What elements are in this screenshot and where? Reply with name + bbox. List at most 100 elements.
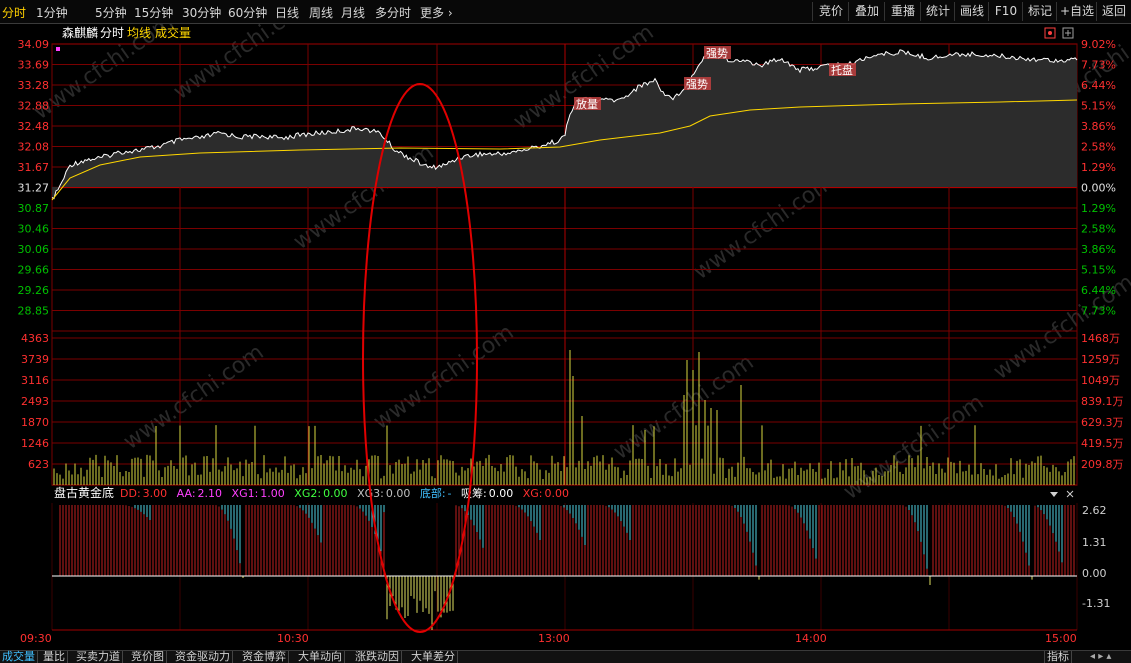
tab-scroll-arrows-icon[interactable]: ◂ ▸ ▴: [1090, 651, 1111, 663]
pct-axis-label: 2.58%: [1081, 141, 1116, 154]
svg-text:托盘: 托盘: [831, 63, 853, 77]
replay-button[interactable]: 重播: [884, 2, 921, 21]
param-aa-label: AA:: [177, 487, 196, 500]
volume-axis-label: 1870: [21, 416, 49, 429]
pct-axis-label: 3.86%: [1081, 120, 1116, 133]
intraday-chart[interactable]: www.cfchi.comwww.cfchi.comwww.cfchi.comw…: [0, 24, 1131, 650]
param-aa-value: 2.10: [198, 487, 223, 500]
btab-big-order-diff[interactable]: 大单差分: [409, 651, 458, 663]
param-xg2-label: XG2:: [294, 487, 321, 500]
stock-name: 森麒麟: [62, 25, 98, 40]
pct-axis-label: 3.86%: [1081, 243, 1116, 256]
volume-axis-label: 1049万: [1081, 374, 1120, 387]
pct-axis-label: 5.15%: [1081, 264, 1116, 277]
indicator-axis-label: 1.31: [1082, 536, 1107, 549]
param-xg-value: 0.00: [545, 487, 570, 500]
annotation-tuopan: 托盘: [829, 63, 856, 77]
volume-axis-label: 839.1万: [1081, 395, 1124, 408]
price-axis-label: 34.09: [18, 38, 50, 51]
param-xg3-value: 0.00: [386, 487, 411, 500]
mark-button[interactable]: 标记: [1022, 2, 1057, 21]
time-label-1300: 13:00: [538, 632, 570, 645]
svg-text:放量: 放量: [576, 97, 598, 111]
volume-axis-label: 623: [28, 458, 49, 471]
pct-axis-label: 5.15%: [1081, 100, 1116, 113]
param-xg1-label: XG1:: [232, 487, 259, 500]
tab-weekly[interactable]: 周线: [309, 4, 333, 21]
price-axis-label: 30.87: [18, 202, 50, 215]
tab-monthly[interactable]: 月线: [341, 4, 365, 21]
pct-axis-label: 6.44%: [1081, 79, 1116, 92]
volume-axis-label: 419.5万: [1081, 437, 1124, 450]
btab-buy-sell-power[interactable]: 买卖力道: [74, 651, 123, 663]
tab-more[interactable]: 更多 ›: [420, 4, 453, 21]
pct-axis-label: 0.00%: [1081, 182, 1116, 195]
price-axis-label: 31.67: [18, 161, 50, 174]
legend-fenshi: 分时: [100, 26, 124, 40]
param-xg2-value: 0.00: [323, 487, 348, 500]
param-xichou-label: 吸筹:: [461, 486, 487, 500]
volume-axis-label: 1246: [21, 437, 49, 450]
btab-volume-ratio[interactable]: 量比: [41, 651, 68, 663]
volume-axis-label: 3739: [21, 353, 49, 366]
btab-auction-chart[interactable]: 竞价图: [129, 651, 167, 663]
volume-axis-label: 1468万: [1081, 332, 1120, 345]
price-axis-label: 28.85: [18, 305, 50, 318]
volume-axis-label: 1259万: [1081, 353, 1120, 366]
left-axis-labels: 34.09 33.69 33.28 32.88 32.48 32.08 31.67 31.27…: [18, 38, 50, 471]
legend-volume: 成交量: [155, 25, 191, 40]
price-axis-label: 31.27: [18, 182, 50, 195]
annotation-qiangshi-2: 强势: [704, 46, 731, 60]
statistics-button[interactable]: 统计: [920, 2, 955, 21]
tab-15min[interactable]: 15分钟: [134, 4, 173, 21]
volume-axis-label: 629.3万: [1081, 416, 1124, 429]
param-dd-label: DD:: [120, 487, 141, 500]
pct-axis-label: 2.58%: [1081, 223, 1116, 236]
price-axis-label: 32.08: [18, 141, 50, 154]
indicator-menu-button[interactable]: 指标: [1044, 651, 1072, 663]
tab-multi-fenshi[interactable]: 多分时: [375, 4, 411, 21]
indicator-name: 盘古黄金底: [54, 485, 114, 500]
indicator-axis-label: 2.62: [1082, 504, 1107, 517]
price-axis-label: 29.66: [18, 264, 50, 277]
price-axis-label: 32.48: [18, 120, 50, 133]
time-label-1500: 15:00: [1045, 632, 1077, 645]
indicator-axis-label: -1.31: [1082, 597, 1110, 610]
annotation-qiangshi-1: 强势: [684, 77, 711, 91]
tab-60min[interactable]: 60分钟: [228, 4, 267, 21]
pct-axis-label: 9.02%: [1081, 38, 1116, 51]
indicator-axis-label: 0.00: [1082, 567, 1107, 580]
tab-daily[interactable]: 日线: [275, 4, 299, 21]
price-axis-label: 30.06: [18, 243, 50, 256]
time-label-1030: 10:30: [277, 632, 309, 645]
pct-axis-label: 1.29%: [1081, 161, 1116, 174]
back-button[interactable]: 返回: [1096, 2, 1131, 21]
tab-30min[interactable]: 30分钟: [182, 4, 221, 21]
btab-volume[interactable]: 成交量: [0, 651, 38, 663]
indicator-header: 盘古黄金底 DD: 3.00 AA: 2.10 XG1: 1.00 XG2: 0.00 …: [54, 485, 569, 500]
svg-text:强势: 强势: [686, 78, 708, 91]
time-label-0930: 09:30: [20, 632, 52, 645]
tab-more-label: 更多: [420, 6, 445, 20]
period-toolbar: 分时 1分钟 5分钟 15分钟 30分钟 60分钟 日线 周线 月线 多分时 更…: [0, 0, 1131, 24]
btab-fund-drive[interactable]: 资金驱动力: [173, 651, 233, 663]
overlay-button[interactable]: 叠加: [848, 2, 885, 21]
auction-button[interactable]: 竞价: [812, 2, 849, 21]
pct-axis-label: 7.73%: [1081, 305, 1116, 318]
btab-price-change-cause[interactable]: 涨跌动因: [353, 651, 402, 663]
param-xg1-value: 1.00: [260, 487, 285, 500]
param-xichou-value: 0.00: [489, 487, 514, 500]
f10-button[interactable]: F10: [988, 2, 1023, 21]
add-favorite-button[interactable]: +自选: [1056, 2, 1097, 21]
tab-1min[interactable]: 1分钟: [36, 4, 68, 21]
volume-axis-label: 4363: [21, 332, 49, 345]
draw-line-button[interactable]: 画线: [954, 2, 989, 21]
btab-fund-game[interactable]: 资金博弈: [240, 651, 289, 663]
tab-fenshi[interactable]: 分时: [2, 4, 26, 21]
svg-text:强势: 强势: [706, 47, 728, 60]
tab-5min[interactable]: 5分钟: [95, 4, 127, 21]
annotation-fangliang: 放量: [574, 97, 601, 111]
btab-big-order-trend[interactable]: 大单动向: [296, 651, 345, 663]
param-xg-label: XG:: [523, 487, 543, 500]
chevron-right-icon: ›: [444, 6, 453, 20]
